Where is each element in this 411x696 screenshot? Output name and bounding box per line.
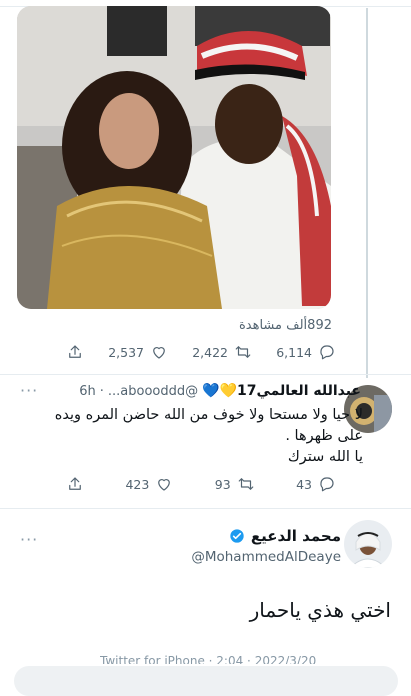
main-tweet-actions: 6,114 2,422 2,537 bbox=[66, 342, 336, 362]
share-icon bbox=[69, 477, 81, 490]
reply-handle[interactable]: @aboooddd... bbox=[108, 384, 198, 399]
retweet-icon bbox=[235, 346, 251, 358]
retweet-count: 2,422 bbox=[192, 344, 228, 360]
share-button[interactable] bbox=[66, 342, 84, 362]
reply-compose-bar[interactable] bbox=[14, 666, 398, 696]
tweet-handle[interactable]: @MohammedAlDeaye bbox=[191, 549, 341, 565]
reply-display-name[interactable]: عبدالله العالمي17💛💙 bbox=[202, 383, 361, 399]
reply-retweet-count: 93 bbox=[214, 476, 231, 492]
reply-text-line1: لا حيا ولا مستحا ولا خوف من الله حاضن ال… bbox=[54, 407, 363, 444]
share-icon bbox=[69, 345, 81, 358]
reply-header: عبدالله العالمي17💛💙 @aboooddd... · 6h bbox=[79, 383, 361, 399]
like-button[interactable]: 2,537 bbox=[108, 342, 168, 362]
reply-text-line2: يا الله سترك bbox=[287, 449, 363, 465]
reply-separator: · bbox=[99, 383, 104, 399]
reply-time[interactable]: 6h bbox=[79, 384, 96, 399]
tweet-display-name-row: محمد الدعيع bbox=[229, 527, 341, 545]
retweet-icon bbox=[238, 478, 254, 490]
views-count: 892ألف مشاهدة bbox=[238, 318, 332, 333]
reply-reply-button[interactable]: 43 bbox=[296, 474, 336, 494]
heart-icon bbox=[153, 347, 165, 359]
reply-count: 6,114 bbox=[276, 344, 312, 360]
reply-like-count: 423 bbox=[125, 476, 150, 492]
retweet-button[interactable]: 2,422 bbox=[192, 342, 252, 362]
thread-line bbox=[366, 8, 368, 378]
more-options-icon[interactable]: ··· bbox=[20, 381, 38, 400]
tweet-display-name[interactable]: محمد الدعيع bbox=[251, 527, 341, 545]
reply-icon bbox=[320, 477, 334, 492]
divider bbox=[0, 508, 411, 509]
heart-icon bbox=[158, 479, 171, 491]
more-options-icon[interactable]: ··· bbox=[20, 530, 38, 549]
tweet-photo[interactable] bbox=[17, 6, 331, 309]
reply-share-button[interactable] bbox=[66, 474, 84, 494]
verified-badge-icon bbox=[230, 529, 244, 543]
photo-illustration bbox=[17, 6, 331, 309]
reply-text: لا حيا ولا مستحا ولا خوف من الله حاضن ال… bbox=[33, 405, 363, 468]
like-count: 2,537 bbox=[108, 344, 144, 360]
reply-reply-count: 43 bbox=[296, 476, 312, 492]
reply-like-button[interactable]: 423 bbox=[125, 474, 173, 494]
reply-icon bbox=[320, 345, 334, 360]
tweet-meta: Twitter for iPhone · 2:04 · 2022/3/20 bbox=[100, 654, 317, 664]
tweet-avatar[interactable] bbox=[344, 520, 392, 568]
reply-actions: 43 93 423 bbox=[66, 474, 336, 494]
tweet-text: اختي هذي ياحمار bbox=[249, 598, 391, 622]
reply-button[interactable]: 6,114 bbox=[276, 342, 336, 362]
avatar-image bbox=[344, 520, 392, 568]
reply-retweet-button[interactable]: 93 bbox=[215, 474, 255, 494]
